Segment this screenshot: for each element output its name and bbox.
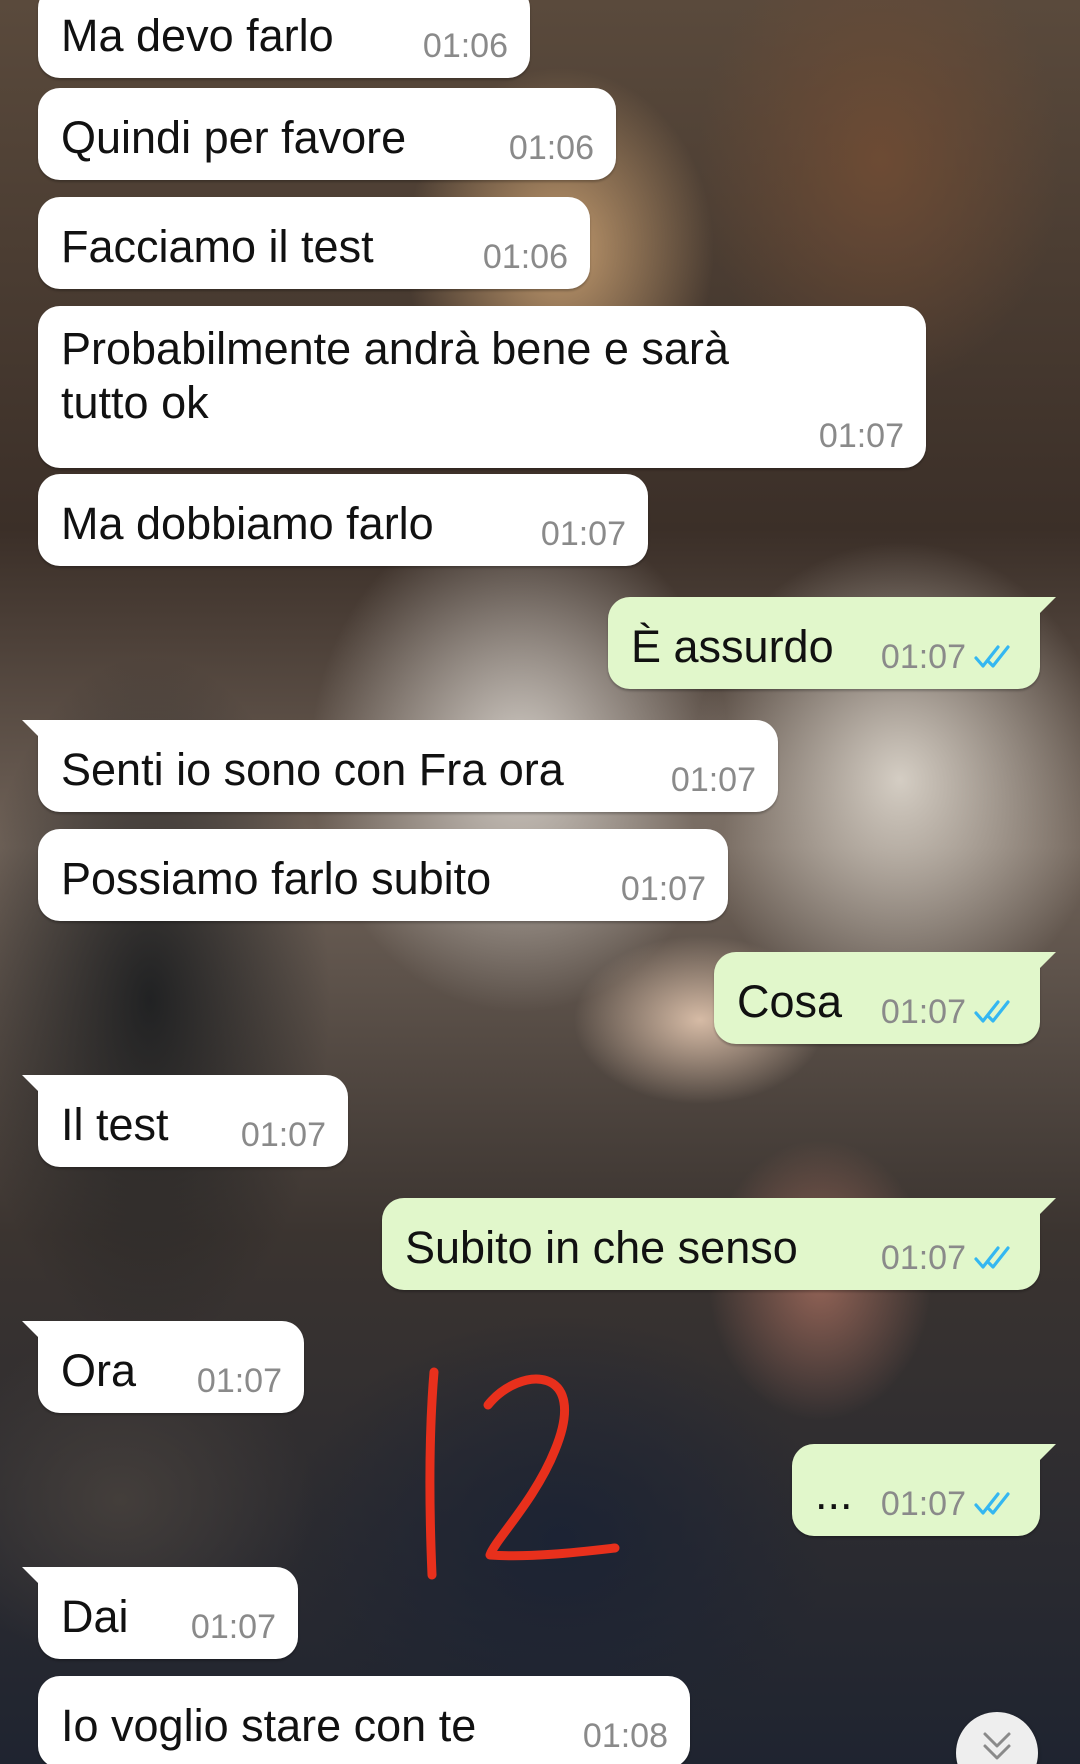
message-text: Possiamo farlo subito <box>61 853 492 904</box>
message-text: Io voglio stare con te <box>61 1700 477 1751</box>
message-text: Ma devo farlo <box>61 10 334 61</box>
message-time: 01:07 <box>880 993 966 1031</box>
message-meta: 01:07 <box>819 416 904 456</box>
message-time: 01:07 <box>620 870 706 908</box>
message-time: 01:07 <box>880 1239 966 1277</box>
message-bubble-incoming[interactable]: Quindi per favore 01:06 <box>38 88 616 180</box>
message-bubble-incoming[interactable]: Ma dobbiamo farlo 01:07 <box>38 474 648 566</box>
message-text: Dai <box>61 1591 129 1642</box>
double-check-icon <box>974 645 1010 668</box>
message-meta: 01:07 <box>621 869 706 909</box>
message-text: Ora <box>61 1345 137 1396</box>
message-text: Probabilmente andrà bene e sarà tutto ok <box>61 323 729 428</box>
message-bubble-incoming[interactable]: Il test 01:07 <box>22 1075 348 1167</box>
message-time: 01:07 <box>818 417 904 455</box>
double-check-icon <box>974 1000 1010 1023</box>
message-text: Cosa <box>737 976 843 1027</box>
message-bubble-incoming[interactable]: Senti io sono con Fra ora 01:07 <box>22 720 778 812</box>
message-bubble-outgoing[interactable]: È assurdo 01:07 <box>608 597 1056 689</box>
message-time: 01:08 <box>582 1717 668 1755</box>
message-time: 01:07 <box>880 1485 966 1523</box>
message-text: Subito in che senso <box>405 1222 798 1273</box>
double-check-icon <box>974 1492 1010 1515</box>
chat-background: Ma devo farlo 01:06 Quindi per favore 01… <box>0 0 1080 1764</box>
message-meta: 01:07 <box>191 1607 276 1647</box>
message-bubble-outgoing[interactable]: Cosa 01:07 <box>714 952 1056 1044</box>
message-time: 01:07 <box>540 515 626 553</box>
message-meta: 01:06 <box>423 26 508 66</box>
message-time: 01:07 <box>190 1608 276 1646</box>
message-time: 01:06 <box>482 238 568 276</box>
message-meta: 01:07 <box>881 992 1018 1032</box>
message-meta: 01:07 <box>671 760 756 800</box>
message-meta: 01:06 <box>509 128 594 168</box>
message-meta: 01:07 <box>197 1361 282 1401</box>
message-bubble-incoming[interactable]: Possiamo farlo subito 01:07 <box>38 829 728 921</box>
message-bubble-incoming[interactable]: Ma devo farlo 01:06 <box>38 0 530 78</box>
message-time: 01:06 <box>508 129 594 167</box>
message-time: 01:06 <box>422 27 508 65</box>
message-time: 01:07 <box>880 638 966 676</box>
scroll-to-bottom-button[interactable] <box>956 1712 1038 1764</box>
message-meta: 01:07 <box>881 1484 1018 1524</box>
message-meta: 01:08 <box>583 1716 668 1756</box>
message-bubble-incoming[interactable]: Probabilmente andrà bene e sarà tutto ok… <box>38 306 926 468</box>
message-text: Ma dobbiamo farlo <box>61 498 434 549</box>
message-text: Facciamo il test <box>61 221 374 272</box>
message-bubble-incoming[interactable]: Ora 01:07 <box>22 1321 304 1413</box>
message-meta: 01:07 <box>541 514 626 554</box>
message-time: 01:07 <box>670 761 756 799</box>
message-bubble-incoming[interactable]: Facciamo il test 01:06 <box>38 197 590 289</box>
chevron-double-down-icon <box>983 1732 1011 1760</box>
message-bubble-incoming[interactable]: Dai 01:07 <box>22 1567 298 1659</box>
message-meta: 01:07 <box>881 637 1018 677</box>
message-text: ... <box>815 1468 853 1519</box>
message-time: 01:07 <box>240 1116 326 1154</box>
message-meta: 01:06 <box>483 237 568 277</box>
message-text: È assurdo <box>631 621 834 672</box>
message-text: Quindi per favore <box>61 112 407 163</box>
message-text: Il test <box>61 1099 169 1150</box>
message-text: Senti io sono con Fra ora <box>61 744 564 795</box>
handwritten-annotation <box>425 1367 620 1580</box>
message-time: 01:07 <box>196 1362 282 1400</box>
message-meta: 01:07 <box>241 1115 326 1155</box>
message-meta: 01:07 <box>881 1238 1018 1278</box>
message-bubble-outgoing[interactable]: Subito in che senso 01:07 <box>382 1198 1056 1290</box>
message-bubble-outgoing[interactable]: ... 01:07 <box>792 1444 1056 1536</box>
double-check-icon <box>974 1246 1010 1269</box>
message-bubble-incoming[interactable]: Io voglio stare con te 01:08 <box>38 1676 690 1764</box>
